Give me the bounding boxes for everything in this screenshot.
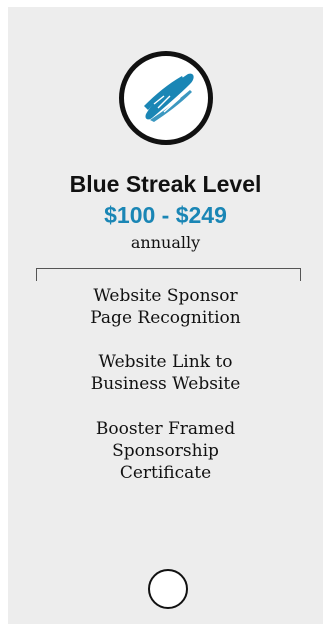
tier-price-range: $100 - $249 [104,202,227,228]
benefit-line: Website Sponsor [93,286,238,306]
tier-title: Blue Streak Level [69,171,262,197]
billing-period: annually [130,233,201,252]
benefit-item: Website Link to Business Website [8,351,323,395]
benefit-line: Certificate [119,463,212,483]
benefit-line: Page Recognition [90,308,241,328]
benefit-line: Website Link to [98,352,233,372]
benefit-line: Booster Framed [95,419,236,439]
sponsorship-tier-card: Blue Streak Level $100 - $249 annually W… [8,7,323,624]
benefit-item: Website Sponsor Page Recognition [8,285,323,329]
blue-streak-brush-icon [144,73,194,122]
tier-select-radio[interactable] [148,569,188,609]
blue-streak-logo [119,51,213,145]
divider-bracket [36,268,301,281]
benefit-item: Booster Framed Sponsorship Certificate [8,418,323,484]
benefit-line: Business Website [90,374,241,394]
benefit-line: Sponsorship [112,441,219,461]
